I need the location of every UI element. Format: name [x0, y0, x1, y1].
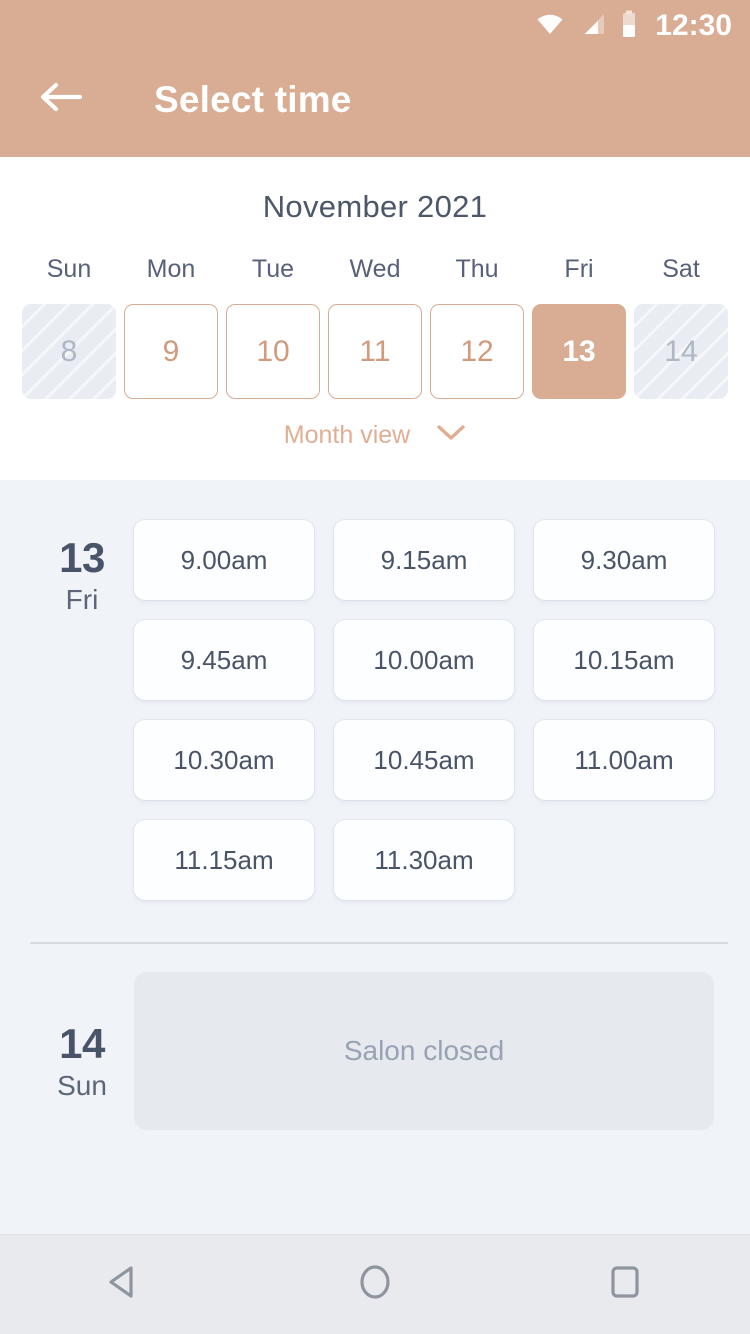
status-bar: 12:30	[0, 0, 750, 52]
time-slot[interactable]: 9.00am	[134, 520, 314, 600]
status-bar-clock: 12:30	[655, 9, 732, 42]
calendar-day-9[interactable]: 9	[124, 304, 218, 399]
weekday-header: Tue	[251, 255, 295, 283]
time-slot[interactable]: 11.15am	[134, 820, 314, 900]
calendar-day-11[interactable]: 11	[328, 304, 422, 399]
circle-icon	[354, 1261, 396, 1308]
month-view-toggle[interactable]: Month view	[0, 421, 750, 450]
time-slot[interactable]: 9.45am	[134, 620, 314, 700]
app-bar-row: Select time	[0, 52, 750, 147]
weekday-header: Mon	[146, 255, 196, 283]
triangle-left-icon	[104, 1261, 146, 1308]
time-slot[interactable]: 11.30am	[334, 820, 514, 900]
time-slot[interactable]: 9.15am	[334, 520, 514, 600]
month-view-label: Month view	[283, 421, 411, 449]
time-slot[interactable]: 10.45am	[334, 720, 514, 800]
time-slot[interactable]: 10.00am	[334, 620, 514, 700]
time-slot[interactable]: 10.15am	[534, 620, 714, 700]
app-bar: 12:30 Select time	[0, 0, 750, 157]
calendar-day-14: 14	[634, 304, 728, 399]
salon-closed-card: Salon closed	[134, 972, 714, 1130]
time-slot[interactable]: 11.00am	[534, 720, 714, 800]
schedule-day-14: 14 Sun Salon closed	[0, 972, 750, 1130]
calendar-day-12[interactable]: 12	[430, 304, 524, 399]
weekday-header: Sun	[46, 255, 92, 283]
wifi-icon	[535, 12, 565, 41]
back-nav-button[interactable]	[70, 1235, 180, 1334]
calendar-panel: November 2021 Sun Mon Tue Wed Thu Fri Sa…	[0, 157, 750, 480]
recents-nav-button[interactable]	[570, 1235, 680, 1334]
weekday-header: Wed	[349, 255, 401, 283]
time-slot[interactable]: 10.30am	[134, 720, 314, 800]
weekday-header: Fri	[564, 255, 594, 283]
calendar-day-8: 8	[22, 304, 116, 399]
arrow-left-icon	[38, 79, 84, 120]
section-divider	[30, 942, 728, 944]
weekday-header-row: Sun Mon Tue Wed Thu Fri Sat	[0, 255, 750, 284]
home-nav-button[interactable]	[320, 1235, 430, 1334]
battery-icon	[621, 10, 637, 43]
time-slot[interactable]: 9.30am	[534, 520, 714, 600]
cellular-signal-icon	[579, 12, 607, 41]
calendar-day-13[interactable]: 13	[532, 304, 626, 399]
schedule-day-name: Fri	[65, 584, 99, 616]
chevron-down-icon	[436, 424, 466, 447]
schedule-day-label: 13 Fri	[30, 488, 134, 900]
time-slot-grid: 9.00am 9.15am 9.30am 9.45am 10.00am 10.1…	[134, 488, 714, 900]
calendar-date-row: 8 9 10 11 12 13 14	[0, 304, 750, 399]
schedule-day-number: 13	[59, 534, 105, 581]
app-screen: 12:30 Select time November 2021 Sun Mon …	[0, 0, 750, 1334]
weekday-header: Thu	[455, 255, 499, 283]
android-nav-bar	[0, 1234, 750, 1334]
schedule-day-label: 14 Sun	[30, 972, 134, 1130]
page-title: Select time	[154, 78, 352, 120]
schedule-panel: 13 Fri 9.00am 9.15am 9.30am 9.45am 10.00…	[0, 480, 750, 1234]
calendar-day-10[interactable]: 10	[226, 304, 320, 399]
weekday-header: Sat	[662, 255, 700, 283]
back-button[interactable]	[32, 71, 90, 129]
schedule-day-13: 13 Fri 9.00am 9.15am 9.30am 9.45am 10.00…	[0, 488, 750, 900]
schedule-day-number: 14	[59, 1020, 105, 1067]
calendar-month-title: November 2021	[262, 189, 488, 224]
schedule-day-name: Sun	[57, 1070, 107, 1102]
square-icon	[604, 1261, 646, 1308]
